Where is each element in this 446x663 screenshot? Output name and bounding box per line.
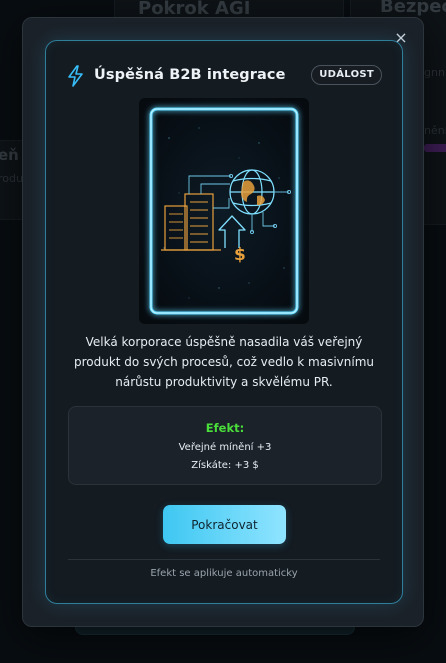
- event-modal: × Úspěšná B2B integrace UDÁLOST $ Velká …: [22, 17, 424, 627]
- event-illustration: $: [139, 98, 309, 324]
- event-header: Úspěšná B2B integrace UDÁLOST: [66, 65, 382, 87]
- event-card: Úspěšná B2B integrace UDÁLOST $ Velká ko…: [45, 40, 403, 604]
- event-badge: UDÁLOST: [311, 65, 382, 85]
- effect-line-public-opinion: Veřejné mínění +3: [178, 442, 272, 453]
- svg-text:$: $: [234, 245, 246, 265]
- integration-illustration: $: [139, 98, 309, 324]
- effect-heading: Efekt:: [205, 421, 245, 435]
- divider: [68, 559, 380, 560]
- event-description: Velká korporace úspěšně nasadila váš veř…: [73, 335, 375, 389]
- event-title: Úspěšná B2B integrace: [94, 67, 286, 83]
- effect-line-money: Získáte: +3 $: [191, 460, 259, 471]
- auto-apply-note: Efekt se aplikuje automaticky: [150, 568, 298, 579]
- effect-panel: Efekt: Veřejné mínění +3 Získáte: +3 $: [68, 406, 382, 485]
- lightning-bolt-icon: [68, 65, 83, 87]
- continue-button[interactable]: Pokračovat: [163, 505, 286, 544]
